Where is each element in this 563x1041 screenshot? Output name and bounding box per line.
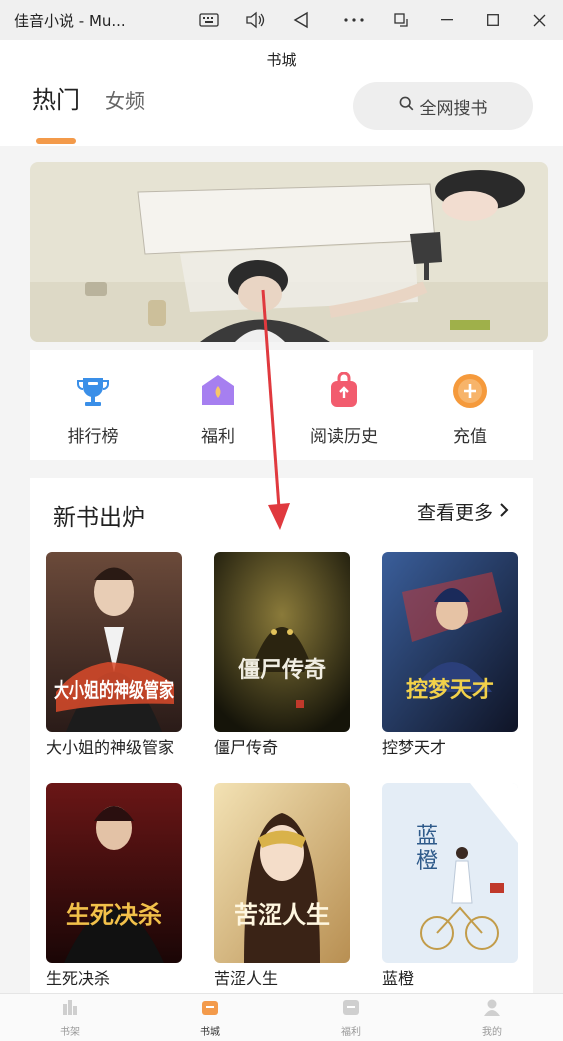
minimize-icon[interactable] [427, 0, 467, 40]
new-books-section: 新书出炉 查看更多 大小姐的神级管家 大小姐的神级管家 僵尸传奇 僵尸传奇 控梦… [30, 478, 533, 993]
bottom-nav: 书架 书城 福利 我的 [0, 993, 563, 1041]
book-card[interactable]: 生死决杀 生死决杀 [46, 783, 182, 989]
cover-title-art: 大小姐的神级管家 [54, 678, 175, 702]
see-more-label: 查看更多 [416, 502, 493, 524]
history-bag-icon [325, 371, 363, 410]
quick-link-history[interactable]: 阅读历史 [294, 371, 394, 447]
book-cover: 生死决杀 [46, 783, 182, 963]
cover-title-art: 僵尸传奇 [238, 657, 326, 683]
tab-bar: 热门 女频 全网搜书 [0, 80, 563, 146]
volume-icon[interactable] [235, 0, 275, 40]
nav-bookshelf[interactable]: 书架 [30, 998, 110, 1038]
screen-rotate-icon[interactable] [381, 0, 421, 40]
user-icon [483, 998, 501, 1016]
book-title: 大小姐的神级管家 [46, 738, 175, 757]
page-title: 书城 [0, 40, 563, 80]
book-card[interactable]: 苦涩人生 苦涩人生 [214, 783, 350, 989]
book-title: 僵尸传奇 [214, 738, 279, 757]
window-title: 佳音小说 - Mu... [14, 11, 126, 30]
trophy-icon [74, 372, 112, 410]
book-title: 蓝橙 [382, 969, 415, 988]
quick-link-label: 阅读历史 [310, 427, 378, 447]
cover-title-art: 苦涩人生 [234, 901, 330, 929]
cover-title-art: 控梦天才 [406, 677, 494, 703]
book-card[interactable]: 僵尸传奇 僵尸传奇 [214, 552, 350, 758]
quick-link-label: 充值 [453, 427, 487, 447]
book-cover: 控梦天才 [382, 552, 518, 732]
banner-illustration [30, 162, 548, 342]
cover-title-art-1: 蓝 [416, 824, 438, 849]
nav-welfare[interactable]: 福利 [311, 998, 391, 1038]
quick-link-label: 排行榜 [67, 427, 119, 447]
tab-female[interactable]: 女频 [105, 85, 145, 114]
window-titlebar: 佳音小说 - Mu... [0, 0, 563, 40]
search-button[interactable]: 全网搜书 [353, 82, 533, 130]
more-dots-icon[interactable] [334, 0, 374, 40]
book-card[interactable]: 控梦天才 控梦天才 [382, 552, 518, 758]
nav-label: 书架 [60, 1027, 80, 1038]
cover-title-art-2: 橙 [416, 849, 438, 874]
book-cover: 僵尸传奇 [214, 552, 350, 732]
back-triangle-icon[interactable] [281, 0, 321, 40]
promo-banner[interactable] [30, 162, 548, 342]
cover-title-art: 生死决杀 [66, 901, 162, 929]
active-tab-indicator [36, 138, 76, 144]
gift-house-icon [199, 372, 237, 410]
coin-icon [451, 372, 489, 410]
book-title: 苦涩人生 [214, 969, 279, 988]
book-card[interactable]: 蓝 橙 蓝橙 [382, 783, 518, 989]
book-cover: 苦涩人生 [214, 783, 350, 963]
search-icon [399, 96, 414, 116]
welfare-icon [342, 998, 360, 1016]
book-cover: 大小姐的神级管家 [46, 552, 182, 732]
nav-label: 书城 [200, 1027, 220, 1038]
quick-link-welfare[interactable]: 福利 [168, 372, 268, 447]
bookstore-icon [201, 998, 219, 1016]
nav-label: 福利 [341, 1027, 361, 1038]
quick-link-label: 福利 [201, 427, 235, 447]
tab-hot[interactable]: 热门 [32, 80, 80, 115]
section-title: 新书出炉 [53, 505, 145, 531]
maximize-icon[interactable] [473, 0, 513, 40]
keyboard-icon[interactable] [189, 0, 229, 40]
book-cover: 蓝 橙 [382, 783, 518, 963]
nav-bookstore[interactable]: 书城 [170, 998, 250, 1038]
nav-label: 我的 [482, 1027, 502, 1038]
nav-profile[interactable]: 我的 [452, 998, 532, 1038]
bookshelf-icon [61, 998, 79, 1016]
quick-link-recharge[interactable]: 充值 [420, 372, 520, 447]
close-icon[interactable] [519, 0, 559, 40]
search-label: 全网搜书 [419, 98, 488, 119]
chevron-right-icon [499, 501, 509, 523]
quick-link-ranking[interactable]: 排行榜 [43, 372, 143, 447]
book-title: 生死决杀 [46, 969, 111, 988]
book-title: 控梦天才 [382, 738, 447, 757]
book-card[interactable]: 大小姐的神级管家 大小姐的神级管家 [46, 552, 182, 758]
quick-links: 排行榜 福利 阅读历史 充值 [30, 350, 533, 460]
see-more-link[interactable]: 查看更多 [417, 498, 509, 525]
